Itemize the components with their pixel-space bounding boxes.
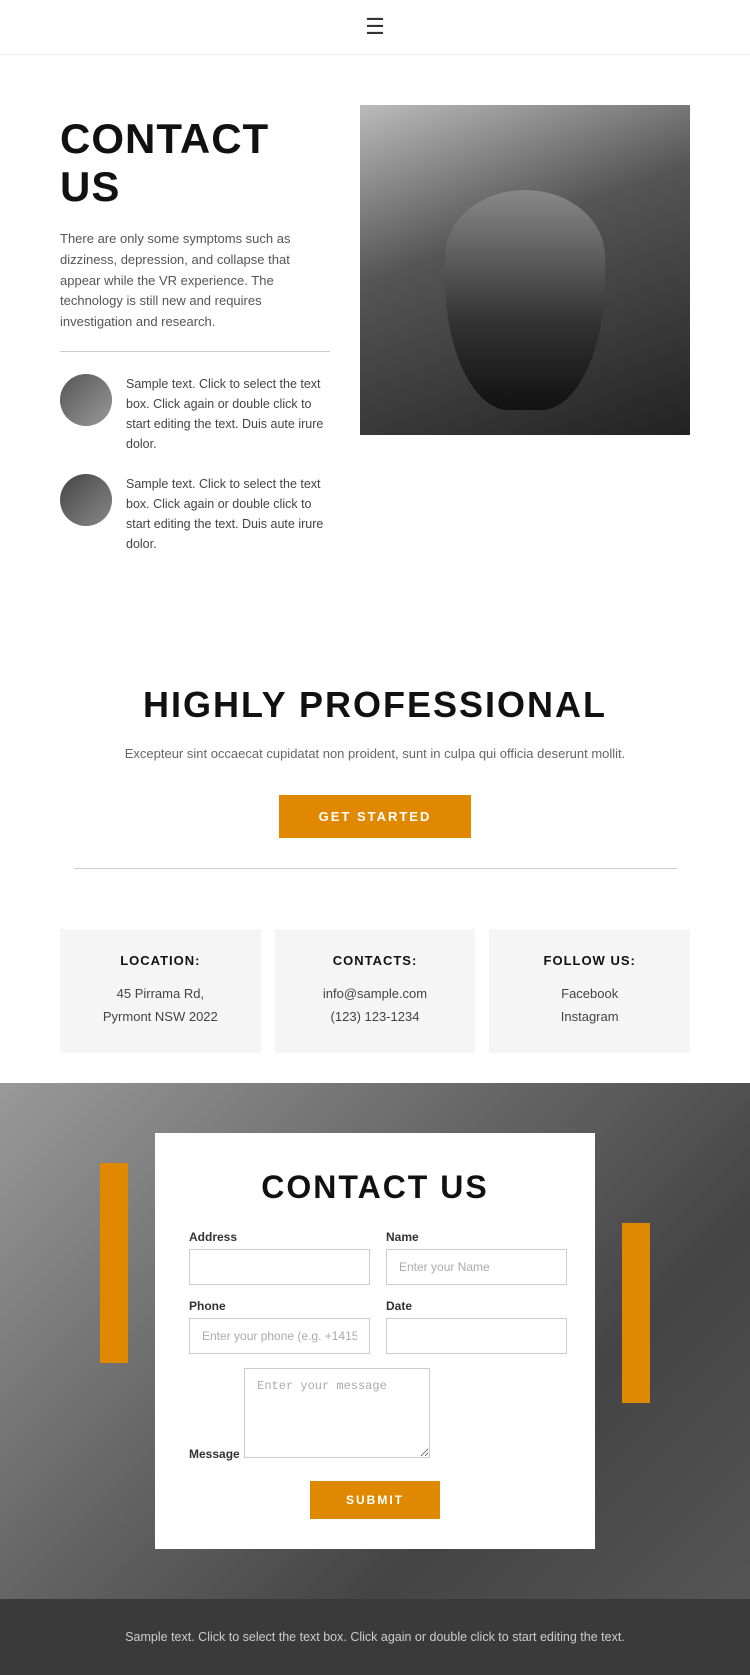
phone-label: Phone bbox=[189, 1299, 370, 1313]
location-line-1: 45 Pirrama Rd, bbox=[80, 982, 241, 1005]
form-group-message: Message bbox=[189, 1368, 561, 1463]
name-input[interactable] bbox=[386, 1249, 567, 1285]
follow-instagram: Instagram bbox=[509, 1005, 670, 1028]
hero-photo-container bbox=[360, 105, 690, 574]
message-label: Message bbox=[189, 1447, 240, 1461]
navigation: ☰ bbox=[0, 0, 750, 55]
info-cards-section: LOCATION: 45 Pirrama Rd, Pyrmont NSW 202… bbox=[0, 899, 750, 1083]
avatar-2 bbox=[60, 474, 112, 526]
info-card-location: LOCATION: 45 Pirrama Rd, Pyrmont NSW 202… bbox=[60, 929, 261, 1053]
form-group-phone: Phone bbox=[189, 1299, 370, 1354]
location-title: LOCATION: bbox=[80, 953, 241, 968]
info-card-contacts: CONTACTS: info@sample.com (123) 123-1234 bbox=[275, 929, 476, 1053]
avatar-placeholder-1 bbox=[60, 374, 112, 426]
follow-facebook: Facebook bbox=[509, 982, 670, 1005]
address-input[interactable] bbox=[189, 1249, 370, 1285]
phone-input[interactable] bbox=[189, 1318, 370, 1354]
info-card-follow: FOLLOW US: Facebook Instagram bbox=[489, 929, 690, 1053]
hero-description: There are only some symptoms such as diz… bbox=[60, 229, 330, 333]
follow-title: FOLLOW US: bbox=[509, 953, 670, 968]
name-label: Name bbox=[386, 1230, 567, 1244]
form-title: CONTACT US bbox=[189, 1169, 561, 1206]
avatar-placeholder-2 bbox=[60, 474, 112, 526]
contacts-phone: (123) 123-1234 bbox=[295, 1005, 456, 1028]
professional-title: HIGHLY PROFESSIONAL bbox=[40, 684, 710, 726]
date-input[interactable] bbox=[386, 1318, 567, 1354]
professional-divider bbox=[74, 868, 677, 869]
contacts-email: info@sample.com bbox=[295, 982, 456, 1005]
hero-left: CONTACT US There are only some symptoms … bbox=[60, 105, 330, 574]
accent-bar-left bbox=[100, 1163, 128, 1363]
person-item-1: Sample text. Click to select the text bo… bbox=[60, 374, 330, 454]
person-text-2: Sample text. Click to select the text bo… bbox=[126, 474, 330, 554]
contact-form-section: CONTACT US Address Name Phone Date Messa… bbox=[0, 1083, 750, 1599]
form-group-name: Name bbox=[386, 1230, 567, 1285]
professional-section: HIGHLY PROFESSIONAL Excepteur sint occae… bbox=[0, 624, 750, 899]
person-item-2: Sample text. Click to select the text bo… bbox=[60, 474, 330, 554]
contacts-title: CONTACTS: bbox=[295, 953, 456, 968]
footer: Sample text. Click to select the text bo… bbox=[0, 1599, 750, 1675]
get-started-button[interactable]: GET STARTED bbox=[279, 795, 472, 838]
hero-photo-inner bbox=[360, 105, 690, 435]
address-label: Address bbox=[189, 1230, 370, 1244]
footer-text: Sample text. Click to select the text bo… bbox=[80, 1627, 670, 1647]
hero-title: CONTACT US bbox=[60, 115, 330, 211]
contact-form-card: CONTACT US Address Name Phone Date Messa… bbox=[155, 1133, 595, 1549]
hero-photo bbox=[360, 105, 690, 435]
message-textarea[interactable] bbox=[244, 1368, 430, 1458]
portrait-shape bbox=[445, 190, 605, 410]
form-group-address: Address bbox=[189, 1230, 370, 1285]
submit-button[interactable]: SUBMIT bbox=[310, 1481, 440, 1519]
hero-section: CONTACT US There are only some symptoms … bbox=[0, 55, 750, 624]
form-group-date: Date bbox=[386, 1299, 567, 1354]
location-line-2: Pyrmont NSW 2022 bbox=[80, 1005, 241, 1028]
date-label: Date bbox=[386, 1299, 567, 1313]
form-row-phone-date: Phone Date bbox=[189, 1299, 561, 1354]
hamburger-icon[interactable]: ☰ bbox=[365, 14, 385, 40]
avatar-1 bbox=[60, 374, 112, 426]
accent-bar-right bbox=[622, 1223, 650, 1403]
hero-divider bbox=[60, 351, 330, 352]
professional-description: Excepteur sint occaecat cupidatat non pr… bbox=[40, 744, 710, 765]
form-row-address-name: Address Name bbox=[189, 1230, 561, 1285]
person-text-1: Sample text. Click to select the text bo… bbox=[126, 374, 330, 454]
